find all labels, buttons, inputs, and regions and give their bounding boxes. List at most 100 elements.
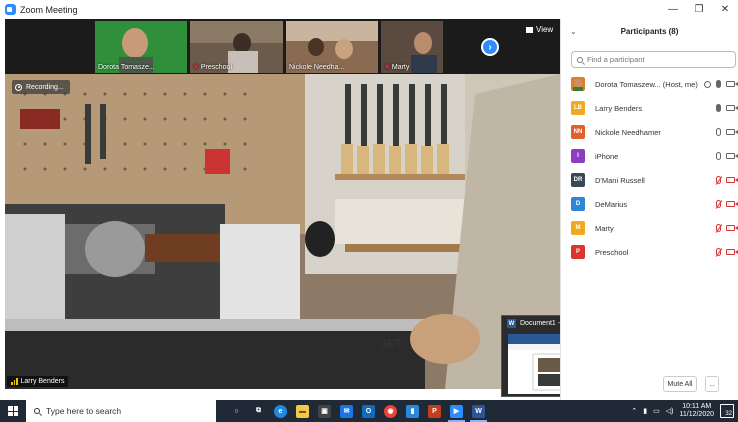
search-icon: [34, 408, 40, 414]
grid-view-icon: [526, 26, 533, 33]
muted-mic-icon[interactable]: [716, 224, 721, 232]
participant-name: iPhone: [595, 151, 619, 161]
task-view-icon[interactable]: ⧉: [252, 405, 265, 418]
mute-all-button[interactable]: Mute All: [663, 376, 697, 392]
mail-icon[interactable]: ✉: [340, 404, 353, 418]
phone-icon[interactable]: ▮: [406, 404, 419, 418]
mic-icon[interactable]: [716, 152, 721, 160]
zoom-icon[interactable]: ▶: [448, 404, 465, 422]
muted-mic-icon[interactable]: [716, 176, 721, 184]
cortana-icon[interactable]: ○: [230, 405, 243, 418]
avatar: P: [571, 245, 585, 259]
participant-status: [716, 104, 738, 112]
participant-name: Marty: [595, 223, 614, 233]
start-button[interactable]: [0, 400, 26, 422]
title-bar: Zoom Meeting — ❐ ✕: [0, 0, 738, 19]
svg-text:JET: JET: [380, 337, 403, 351]
mic-icon[interactable]: [716, 128, 721, 136]
view-button[interactable]: View: [526, 25, 553, 34]
taskbar-search[interactable]: Type here to search: [26, 400, 216, 422]
chrome-icon[interactable]: ◉: [384, 404, 397, 418]
chevron-up-icon[interactable]: ⌃: [631, 407, 637, 415]
search-input[interactable]: [587, 55, 727, 64]
thumbnail-video[interactable]: ✖ Preschool: [190, 21, 283, 73]
more-button[interactable]: ...: [705, 376, 719, 392]
camera-off-icon[interactable]: [726, 225, 738, 231]
windows-icon: [8, 406, 18, 416]
taskbar-apps: ○ ⧉ e ▬ ▣ ✉ O ◉ ▮ P ▶ W: [230, 404, 487, 422]
camera-icon[interactable]: [726, 81, 738, 87]
camera-off-icon[interactable]: [726, 201, 738, 207]
word-icon[interactable]: W: [470, 404, 487, 422]
participant-name: Larry Benders: [595, 103, 643, 113]
participant-name: DeMarius: [595, 199, 628, 209]
participant-row[interactable]: D DeMarius: [561, 192, 738, 216]
video-area: Dorota Tomasze... ✖ Preschool Nickole Ne…: [5, 19, 560, 389]
camera-off-icon[interactable]: [726, 177, 738, 183]
close-button[interactable]: ✕: [712, 0, 738, 19]
maximize-button[interactable]: ❐: [686, 0, 712, 19]
participant-row[interactable]: M Marty: [561, 216, 738, 240]
mic-icon[interactable]: [716, 80, 721, 88]
participant-status: [716, 248, 738, 256]
participant-name: Preschool: [595, 247, 629, 257]
workshop-scene: JET: [5, 74, 560, 389]
notifications-icon[interactable]: 32: [720, 404, 734, 418]
thumbnail-video[interactable]: Nickole Needha...: [286, 21, 378, 73]
minimize-button[interactable]: —: [660, 0, 686, 19]
next-page-button[interactable]: ›: [481, 38, 499, 56]
thumbnail-video[interactable]: ✖ Marty: [381, 21, 443, 73]
volume-icon[interactable]: ◁): [666, 407, 674, 415]
active-speaker-label: Larry Benders: [7, 376, 69, 387]
thumbnail-video[interactable]: Dorota Tomasze...: [95, 21, 187, 73]
system-tray: ⌃ ▮ ▭ ◁) 10:11 AM 11/12/2020 32: [631, 400, 738, 422]
file-explorer-icon[interactable]: ▬: [296, 404, 309, 418]
participant-status: [716, 176, 738, 184]
avatar: NN: [571, 125, 585, 139]
camera-icon[interactable]: [726, 105, 738, 111]
participant-status: [704, 80, 738, 88]
network-icon[interactable]: ▭: [653, 407, 660, 415]
thumbnail-name: Dorota Tomasze...: [98, 64, 155, 71]
participant-search[interactable]: [571, 51, 736, 68]
panel-footer: Mute All ...: [561, 376, 738, 392]
powerpoint-icon[interactable]: P: [428, 404, 441, 418]
avatar: M: [571, 221, 585, 235]
outlook-icon[interactable]: O: [362, 404, 375, 418]
participant-row[interactable]: Dorota Tomaszew... (Host, me): [561, 72, 738, 96]
avatar: D: [571, 197, 585, 211]
participant-status: [716, 224, 738, 232]
participant-status: [716, 128, 738, 136]
search-icon: [577, 56, 583, 63]
store-icon[interactable]: ▣: [318, 404, 331, 418]
mic-icon[interactable]: [716, 104, 721, 112]
audio-level-icon: [11, 378, 18, 385]
participants-panel: ⌄ Participants (8) Dorota Tomaszew... (H…: [560, 19, 738, 400]
pen-icon[interactable]: ▮: [643, 407, 647, 415]
camera-icon[interactable]: [726, 129, 738, 135]
participant-row[interactable]: I iPhone: [561, 144, 738, 168]
participant-row[interactable]: NN Nickole Needhamer: [561, 120, 738, 144]
camera-icon[interactable]: [726, 153, 738, 159]
participant-row[interactable]: P Preschool: [561, 240, 738, 264]
muted-mic-icon[interactable]: [716, 248, 721, 256]
participant-row[interactable]: LB Larry Benders: [561, 96, 738, 120]
camera-off-icon[interactable]: [726, 249, 738, 255]
clock[interactable]: 10:11 AM 11/12/2020: [679, 403, 714, 419]
active-speaker-video: JET Recording... Larry Benders: [5, 74, 560, 389]
chevron-down-icon[interactable]: ⌄: [570, 27, 577, 36]
recording-icon: [15, 83, 22, 91]
edge-icon[interactable]: e: [274, 404, 287, 418]
recording-indicator[interactable]: Recording...: [12, 80, 70, 94]
avatar: DR: [571, 173, 585, 187]
muted-mic-icon: ✖: [193, 64, 199, 71]
avatar: I: [571, 149, 585, 163]
avatar: [571, 77, 585, 91]
participant-row[interactable]: DR D'Mani Russell: [561, 168, 738, 192]
participant-name: Dorota Tomaszew... (Host, me): [595, 79, 698, 89]
muted-mic-icon: ✖: [384, 64, 390, 71]
participant-name: D'Mani Russell: [595, 175, 645, 185]
thumbnail-strip: Dorota Tomasze... ✖ Preschool Nickole Ne…: [5, 19, 560, 74]
muted-mic-icon[interactable]: [716, 200, 721, 208]
thumbnail-name: ✖ Marty: [384, 64, 410, 71]
